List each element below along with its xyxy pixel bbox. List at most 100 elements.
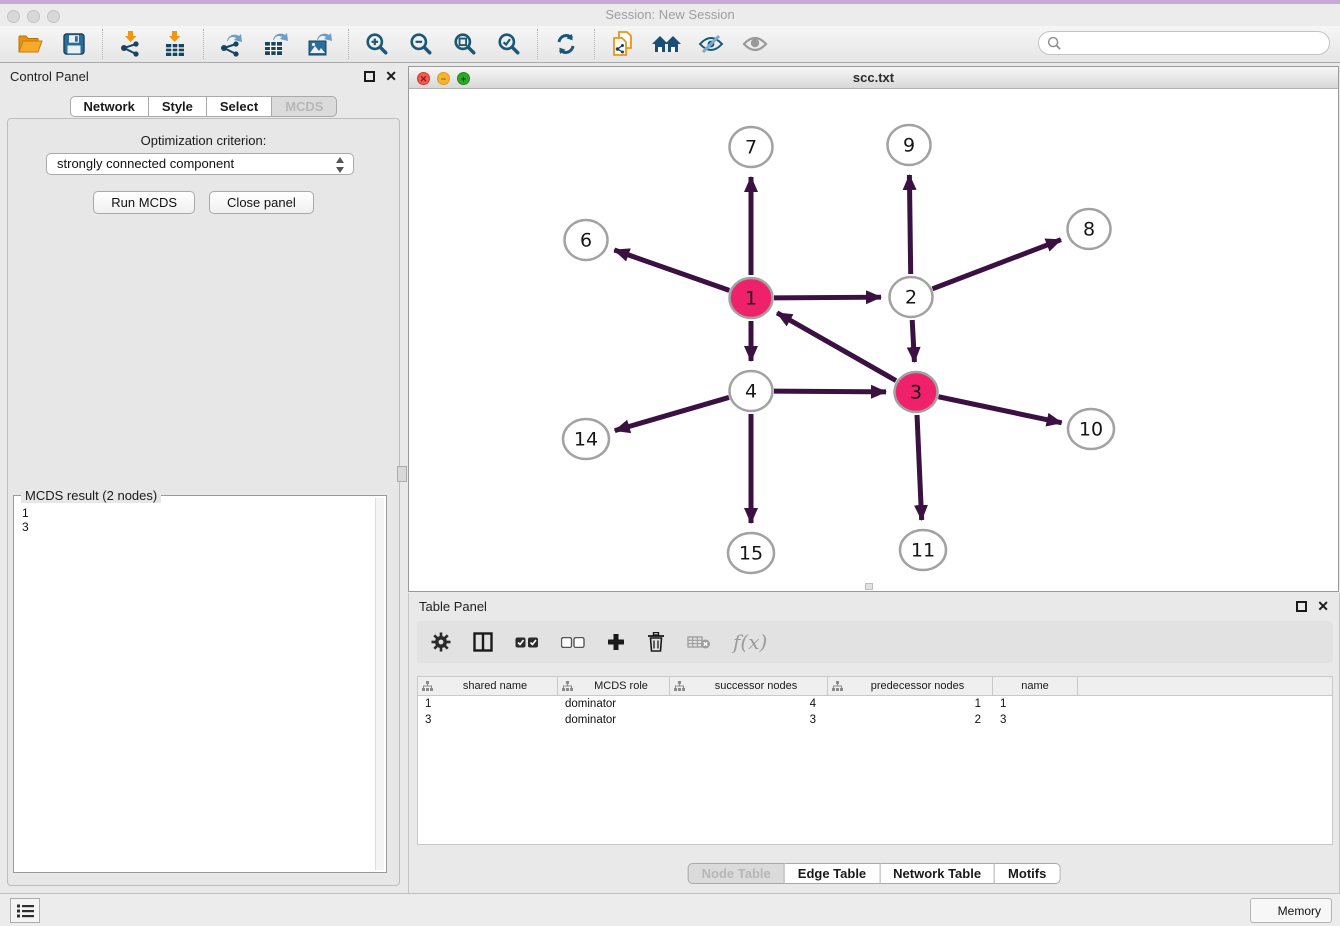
- tab-motifs[interactable]: Motifs: [995, 863, 1060, 884]
- toolbar-separator: [102, 29, 103, 59]
- add-column-button[interactable]: [607, 633, 625, 651]
- delete-table-button[interactable]: [687, 634, 711, 650]
- cell[interactable]: 1: [418, 696, 558, 712]
- cell[interactable]: 2: [828, 712, 993, 728]
- tab-style[interactable]: Style: [149, 96, 207, 117]
- show-columns-button[interactable]: [473, 632, 493, 652]
- zoom-out-button[interactable]: [399, 28, 443, 60]
- tab-select[interactable]: Select: [207, 96, 272, 117]
- hide-graphics-details-button[interactable]: [689, 28, 733, 60]
- network-resize-grip[interactable]: [865, 583, 873, 590]
- search-input[interactable]: [1062, 36, 1329, 50]
- node-label-2: 2: [905, 287, 917, 309]
- edge-2-9[interactable]: [909, 175, 910, 274]
- node-table[interactable]: shared nameMCDS rolesuccessor nodesprede…: [417, 676, 1333, 845]
- edge-3-10[interactable]: [939, 397, 1062, 423]
- column-header-successor-nodes[interactable]: successor nodes: [670, 677, 828, 695]
- close-panel-icon[interactable]: ✕: [385, 71, 397, 82]
- import-table-icon: [163, 31, 187, 57]
- cell[interactable]: 3: [670, 712, 828, 728]
- edge-1-2[interactable]: [774, 297, 881, 298]
- close-window-button[interactable]: [7, 10, 20, 23]
- panel-splitter-grip[interactable]: [397, 466, 407, 482]
- tab-network[interactable]: Network: [70, 96, 149, 117]
- memory-button[interactable]: Memory: [1250, 898, 1332, 923]
- node-label-3: 3: [910, 382, 922, 404]
- tab-edge-table[interactable]: Edge Table: [785, 863, 880, 884]
- maximize-network-button[interactable]: +: [457, 72, 470, 85]
- refresh-icon: [554, 32, 578, 56]
- edge-3-11[interactable]: [917, 415, 922, 520]
- export-network-button[interactable]: [210, 28, 254, 60]
- task-history-button[interactable]: [10, 898, 40, 923]
- cell[interactable]: 3: [418, 712, 558, 728]
- memory-label: Memory: [1278, 904, 1321, 918]
- column-header-shared-name[interactable]: shared name: [418, 677, 558, 695]
- duplicate-network-button[interactable]: [601, 28, 645, 60]
- column-tree-icon: [674, 681, 685, 691]
- trash-icon: [647, 632, 665, 652]
- cell[interactable]: 1: [828, 696, 993, 712]
- export-image-button[interactable]: [298, 28, 342, 60]
- edge-1-6[interactable]: [614, 250, 729, 290]
- result-scrollbar[interactable]: [375, 498, 384, 870]
- tab-mcds[interactable]: MCDS: [272, 96, 337, 117]
- node-label-8: 8: [1083, 219, 1095, 241]
- edge-4-3[interactable]: [774, 391, 886, 392]
- cell[interactable]: dominator: [558, 696, 670, 712]
- cell[interactable]: 4: [670, 696, 828, 712]
- column-header-MCDS-role[interactable]: MCDS role: [558, 677, 670, 695]
- show-graphics-details-button[interactable]: [733, 28, 777, 60]
- task-list-icon: [17, 904, 34, 918]
- run-mcds-button[interactable]: Run MCDS: [93, 191, 195, 214]
- cell[interactable]: 3: [993, 712, 1078, 728]
- float-panel-icon[interactable]: [364, 71, 375, 82]
- delete-column-button[interactable]: [647, 632, 665, 652]
- network-graph[interactable]: 7968124314101511: [409, 89, 1338, 591]
- function-builder-button[interactable]: f(x): [733, 630, 767, 654]
- table-row[interactable]: 3dominator323: [418, 712, 1332, 728]
- close-panel-button[interactable]: Close panel: [209, 191, 314, 214]
- network-canvas[interactable]: 7968124314101511: [409, 89, 1338, 591]
- zoom-selected-icon: [497, 32, 521, 56]
- edge-2-3[interactable]: [912, 320, 914, 362]
- save-session-button[interactable]: [52, 28, 96, 60]
- close-table-panel-icon[interactable]: ✕: [1317, 601, 1329, 612]
- fx-icon: f(x): [733, 630, 767, 654]
- criterion-select[interactable]: strongly connected component: [46, 153, 354, 175]
- network-window-titlebar[interactable]: ✕ − + scc.txt: [409, 67, 1338, 89]
- export-network-icon: [219, 31, 245, 57]
- close-network-button[interactable]: ✕: [417, 72, 430, 85]
- node-label-9: 9: [903, 135, 915, 157]
- float-table-panel-icon[interactable]: [1296, 601, 1307, 612]
- cell[interactable]: dominator: [558, 712, 670, 728]
- import-table-button[interactable]: [153, 28, 197, 60]
- refresh-view-button[interactable]: [544, 28, 588, 60]
- edge-2-8[interactable]: [932, 240, 1060, 289]
- zoom-selected-button[interactable]: [487, 28, 531, 60]
- open-session-button[interactable]: [8, 28, 52, 60]
- zoom-fit-button[interactable]: [443, 28, 487, 60]
- home-layout-button[interactable]: [645, 28, 689, 60]
- edge-3-1[interactable]: [777, 313, 896, 381]
- tab-node-table[interactable]: Node Table: [688, 863, 785, 884]
- cell[interactable]: 1: [993, 696, 1078, 712]
- zoom-in-button[interactable]: [355, 28, 399, 60]
- deselect-all-rows-button[interactable]: [561, 637, 585, 648]
- column-header-name[interactable]: name: [993, 677, 1078, 695]
- tab-network-table[interactable]: Network Table: [880, 863, 995, 884]
- status-bar: Memory: [0, 893, 1340, 926]
- import-network-button[interactable]: [109, 28, 153, 60]
- eye-slash-icon: [698, 34, 724, 54]
- export-table-button[interactable]: [254, 28, 298, 60]
- minimize-network-button[interactable]: −: [437, 72, 450, 85]
- select-all-rows-button[interactable]: [515, 637, 539, 648]
- maximize-window-button[interactable]: [47, 10, 60, 23]
- minimize-window-button[interactable]: [27, 10, 40, 23]
- edge-4-14[interactable]: [615, 397, 729, 430]
- toolbar-separator: [203, 29, 204, 59]
- column-header-predecessor-nodes[interactable]: predecessor nodes: [828, 677, 993, 695]
- table-row[interactable]: 1dominator411: [418, 696, 1332, 712]
- search-box[interactable]: [1038, 31, 1330, 55]
- table-options-button[interactable]: [431, 632, 451, 652]
